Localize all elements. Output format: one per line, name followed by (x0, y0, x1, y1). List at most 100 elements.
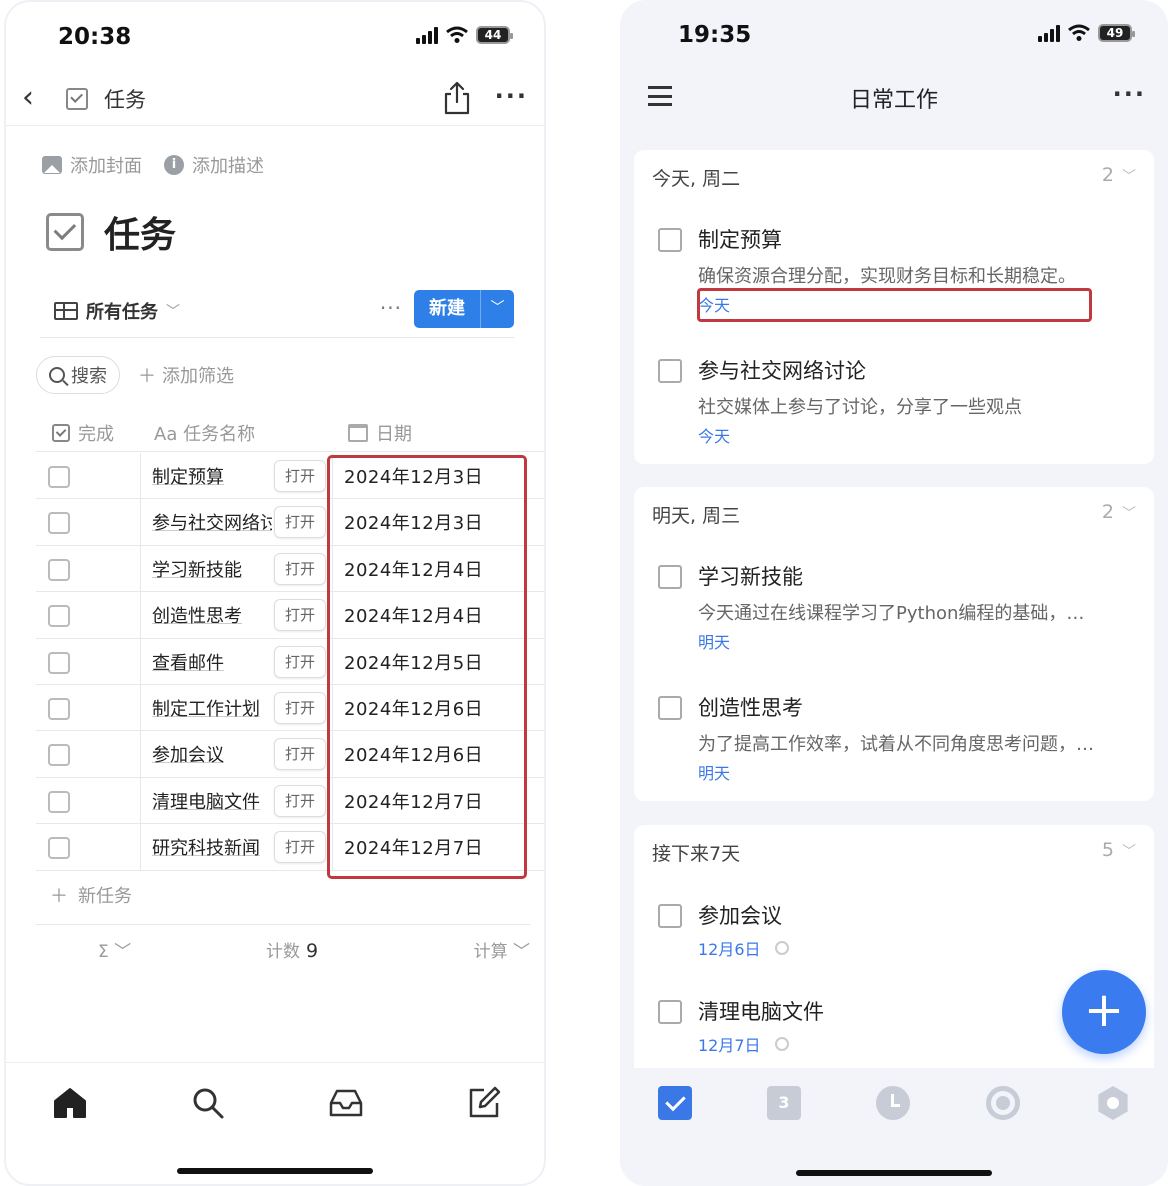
new-task-button[interactable]: ＋ 新任务 (50, 882, 132, 908)
section-count-value: 2 (1101, 501, 1114, 523)
task-done-checkbox[interactable] (48, 605, 70, 628)
task-done-checkbox[interactable] (48, 558, 70, 581)
section-header[interactable]: 接下来7天 5 ﹀ (652, 839, 1136, 866)
open-row-button[interactable]: 打开 (274, 506, 326, 539)
task-name-cell[interactable]: 清理电脑文件 (152, 788, 272, 814)
new-button-label[interactable]: 新建 (414, 290, 480, 328)
nav-page-title: 任务 (104, 88, 146, 112)
section-title: 接下来7天 (652, 843, 741, 865)
focus-tab-icon[interactable] (986, 1086, 1020, 1120)
task-name-cell[interactable]: 学习新技能 (152, 556, 272, 582)
task-checkbox[interactable] (658, 696, 682, 720)
new-dropdown-chevron-icon[interactable]: ﹀ (480, 290, 514, 328)
column-header-name[interactable]: Aa 任务名称 (154, 420, 255, 446)
task-name-cell[interactable]: 参加会议 (152, 741, 272, 767)
table-header: 完成 Aa 任务名称 日期 (36, 412, 544, 452)
search-button[interactable]: 搜索 (36, 356, 120, 394)
chevron-down-icon: ﹀ (114, 942, 132, 962)
plus-icon: ＋ (138, 366, 156, 387)
calendar-icon (348, 424, 368, 442)
section-header[interactable]: 明天, 周三 2 ﹀ (652, 501, 1136, 528)
column-divider (140, 453, 141, 499)
task-checkbox[interactable] (658, 359, 682, 383)
add-description-button[interactable]: i 添加描述 (164, 152, 264, 178)
settings-hexagon-icon[interactable] (1098, 1086, 1128, 1120)
home-icon[interactable] (52, 1085, 88, 1121)
bottom-tab-bar: 3 (620, 1068, 1168, 1186)
column-divider (140, 777, 141, 824)
open-row-button[interactable]: 打开 (274, 831, 326, 864)
task-done-checkbox[interactable] (48, 697, 70, 720)
top-navigation-bar: 日常工作 ··· (620, 74, 1168, 124)
open-row-button[interactable]: 打开 (274, 738, 326, 771)
task-title: 创造性思考 (698, 696, 803, 720)
back-chevron-icon[interactable]: ‹ (22, 83, 46, 114)
task-checkbox[interactable] (658, 904, 682, 928)
view-name: 所有任务 (86, 302, 158, 323)
column-header-date[interactable]: 日期 (348, 420, 412, 446)
inbox-icon[interactable] (328, 1085, 364, 1121)
clock-tab-icon[interactable] (876, 1086, 910, 1120)
task-date-label: 12月6日 (698, 940, 761, 959)
task-name-cell[interactable]: 研究科技新闻 (152, 834, 272, 860)
share-icon[interactable] (442, 80, 472, 116)
page-heading: 任务 (46, 206, 176, 258)
calculate-dropdown[interactable]: 计算 ﹀ (474, 937, 530, 962)
sum-dropdown[interactable]: Σ ﹀ (98, 937, 131, 962)
column-divider (140, 638, 141, 684)
task-checkbox[interactable] (658, 565, 682, 589)
task-done-checkbox[interactable] (48, 512, 70, 535)
tasks-app-phone-screen: 19:35 49 日常工作 ··· 今天, 周二 2 ﹀ 制定预算 确保资源合理分配，实… (620, 0, 1168, 1186)
status-time: 19:35 (678, 22, 752, 48)
filter-bar: 搜索 ＋ 添加筛选 (36, 356, 234, 394)
task-name-cell[interactable]: 制定预算 (152, 463, 272, 489)
edit-icon[interactable] (466, 1085, 502, 1121)
view-selector[interactable]: 所有任务 ﹀ (54, 298, 180, 324)
count-summary[interactable]: 计数 9 (266, 937, 318, 962)
count-label: 计数 (266, 942, 300, 962)
status-time: 20:38 (58, 24, 132, 50)
add-cover-button[interactable]: 添加封面 (42, 152, 142, 178)
page-icon-checkbox[interactable] (46, 213, 84, 251)
search-icon[interactable] (190, 1085, 226, 1121)
calendar-tab-icon[interactable]: 3 (767, 1086, 801, 1120)
view-more-icon[interactable]: ··· (380, 296, 402, 320)
tasks-tab-check-icon[interactable] (658, 1086, 692, 1120)
calculate-label: 计算 (473, 942, 508, 962)
more-options-icon[interactable]: ··· (1113, 80, 1146, 108)
task-done-checkbox[interactable] (48, 837, 70, 860)
open-row-button[interactable]: 打开 (274, 784, 326, 817)
open-row-button[interactable]: 打开 (274, 599, 326, 632)
task-date-label: 12月7日 (698, 1036, 761, 1055)
task-title: 清理电脑文件 (698, 1000, 824, 1024)
task-name-cell[interactable]: 创造性思考 (152, 602, 272, 628)
task-checkbox[interactable] (658, 228, 682, 252)
add-filter-button[interactable]: ＋ 添加筛选 (138, 362, 234, 388)
task-done-checkbox[interactable] (48, 790, 70, 813)
task-name-cell[interactable]: 参与社交网络讨论 (152, 509, 272, 535)
open-row-button[interactable]: 打开 (274, 691, 326, 724)
chevron-down-icon: ﹀ (166, 304, 180, 320)
task-checkbox[interactable] (658, 1000, 682, 1024)
open-row-button[interactable]: 打开 (274, 645, 326, 678)
status-bar: 20:38 44 (6, 2, 544, 72)
task-name-cell[interactable]: 制定工作计划 (152, 695, 272, 721)
task-done-checkbox[interactable] (48, 744, 70, 767)
column-header-done[interactable]: 完成 (52, 420, 114, 446)
column-date-label: 日期 (376, 424, 412, 445)
more-options-icon[interactable]: ··· (495, 82, 528, 110)
wifi-icon (446, 26, 468, 43)
task-done-checkbox[interactable] (48, 466, 70, 488)
section-count-value: 2 (1101, 164, 1114, 186)
add-task-fab[interactable]: + (1062, 970, 1146, 1054)
open-row-button[interactable]: 打开 (274, 460, 326, 492)
task-name-cell[interactable]: 查看邮件 (152, 649, 272, 675)
open-row-button[interactable]: 打开 (274, 552, 326, 585)
plus-icon: + (1083, 982, 1125, 1038)
task-done-checkbox[interactable] (48, 651, 70, 674)
new-button[interactable]: 新建 ﹀ (414, 290, 514, 328)
add-filter-label: 添加筛选 (162, 366, 234, 387)
image-icon (42, 156, 62, 174)
section-header[interactable]: 今天, 周二 2 ﹀ (652, 164, 1136, 191)
home-indicator (177, 1168, 373, 1174)
